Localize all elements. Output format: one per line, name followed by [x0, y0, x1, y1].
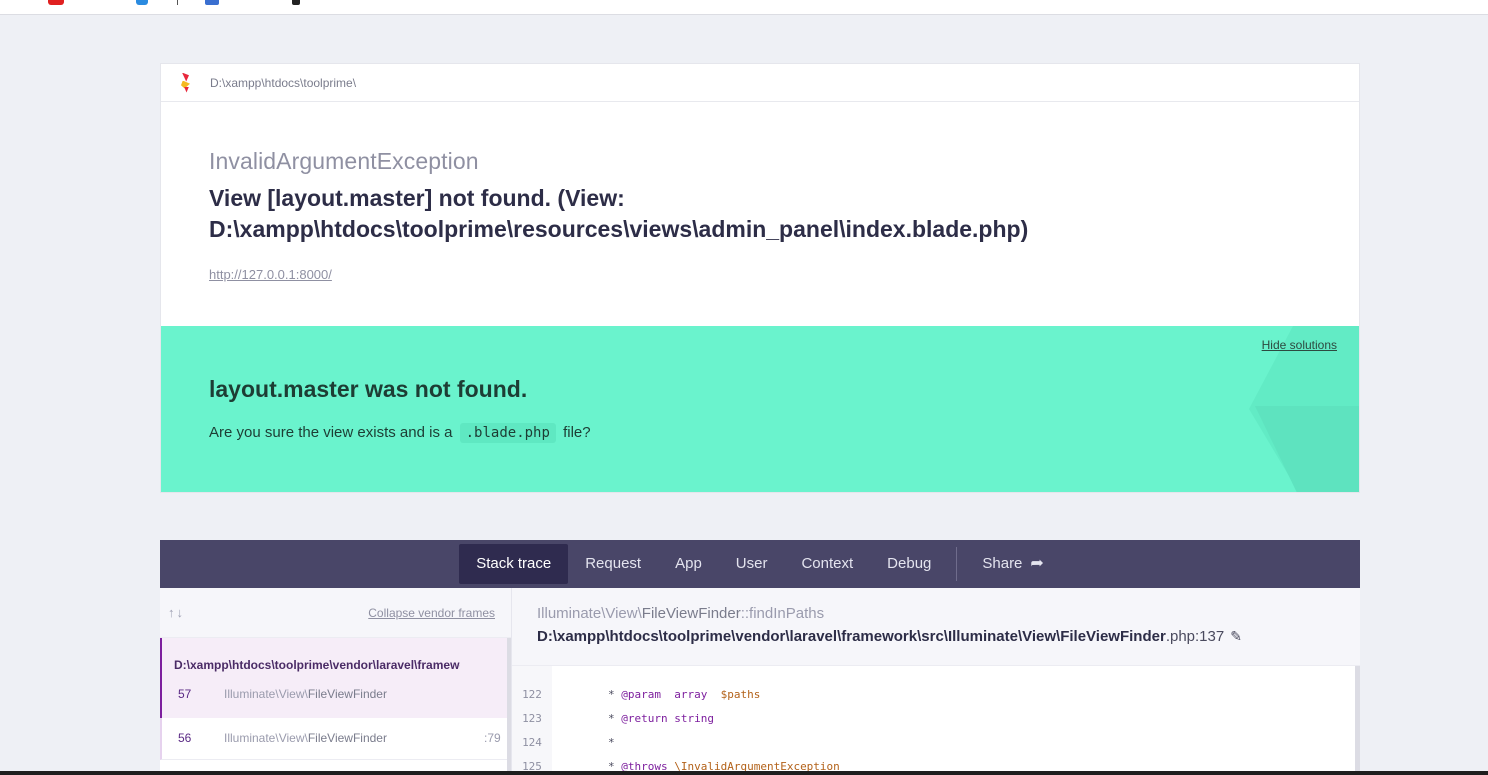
code-prefix: * [608, 687, 622, 701]
line-number: 123 [522, 711, 542, 725]
edit-pencil-icon[interactable]: ✎ [1230, 628, 1242, 644]
code-line: 123 * @return string [512, 706, 1352, 730]
share-button[interactable]: Share ➦ [965, 544, 1060, 584]
stack-nav: Stack trace Request App User Context Deb… [160, 540, 1360, 588]
card-header: D:\xampp\htdocs\toolprime\ [161, 64, 1359, 102]
share-icon: ➦ [1030, 555, 1044, 572]
frame-item-active[interactable]: D:\xampp\htdocs\toolprime\vendor\laravel… [160, 638, 511, 718]
bookmark-separator [177, 0, 178, 5]
detail-file: D:\xampp\htdocs\toolprime\vendor\laravel… [537, 628, 1360, 645]
frame-number: 56 [178, 731, 192, 745]
solution-desc-text: Are you sure the view exists and is a [209, 424, 453, 441]
frame-file-path: D:\xampp\htdocs\toolprime\vendor\laravel… [174, 658, 460, 672]
frames-header: ↑↓ Collapse vendor frames [160, 588, 511, 638]
project-path: D:\xampp\htdocs\toolprime\ [210, 75, 357, 90]
exception-class: InvalidArgumentException [209, 148, 479, 174]
sort-arrows-icon[interactable]: ↑↓ [168, 605, 185, 620]
hide-solutions-link[interactable]: Hide solutions [1262, 338, 1337, 352]
request-url-link[interactable]: http://127.0.0.1:8000/ [209, 267, 332, 282]
tab-context[interactable]: Context [784, 544, 870, 584]
solution-panel: Hide solutions layout.master was not fou… [161, 326, 1359, 492]
nav-separator [956, 547, 958, 581]
code-viewer: 122 * @param array $paths 123 * @return … [512, 666, 1360, 775]
stack-trace-panel: Stack trace Request App User Context Deb… [160, 540, 1360, 775]
code-scrollbar[interactable] [1355, 666, 1360, 775]
youtube-bookmark-icon[interactable] [48, 0, 64, 5]
code-prefix: * [608, 711, 622, 725]
tab-stack-trace[interactable]: Stack trace [459, 544, 569, 584]
share-label: Share [982, 555, 1023, 572]
solution-code: .blade.php [459, 423, 556, 443]
detail-method: ::findInPaths [740, 605, 825, 622]
document-bookmark-icon[interactable] [205, 0, 219, 5]
solution-desc-text: file? [563, 424, 591, 441]
frame-class-name: FileViewFinder [307, 687, 387, 701]
error-card: D:\xampp\htdocs\toolprime\ InvalidArgume… [160, 63, 1360, 493]
frames-list: ↑↓ Collapse vendor frames D:\xampp\htdoc… [160, 588, 512, 775]
ignition-logo-icon [179, 72, 193, 93]
code-var: $paths [720, 687, 761, 701]
frame-item[interactable]: 56 Illuminate\View\FileViewFinder :79 [160, 718, 511, 760]
collapse-vendor-frames-link[interactable]: Collapse vendor frames [368, 606, 495, 620]
frame-detail: Illuminate\View\FileViewFinder::findInPa… [512, 588, 1360, 775]
frame-detail-header: Illuminate\View\FileViewFinder::findInPa… [512, 588, 1360, 666]
frame-class: Illuminate\View\FileViewFinder [224, 731, 387, 745]
frame-class: Illuminate\View\FileViewFinder [224, 687, 387, 701]
github-bookmark-icon[interactable] [292, 0, 300, 5]
tab-debug[interactable]: Debug [870, 544, 948, 584]
tab-app[interactable]: App [658, 544, 719, 584]
frame-line-number: :79 [484, 731, 501, 745]
frame-namespace: Illuminate\View\ [224, 687, 308, 701]
detail-class-name: FileViewFinder [641, 605, 741, 622]
code-line: 124 * [512, 730, 1352, 754]
line-number: 124 [522, 735, 542, 749]
code-line: 122 * @param array $paths [512, 682, 1352, 706]
frames-scrollbar[interactable] [507, 638, 511, 775]
browser-bookmark-bar [0, 0, 1488, 15]
solution-decoration [1255, 406, 1359, 492]
exception-block: InvalidArgumentException View [layout.ma… [161, 102, 1359, 326]
frame-number: 57 [178, 687, 192, 701]
detail-file-path: D:\xampp\htdocs\toolprime\vendor\laravel… [537, 628, 1166, 645]
code-tag: @return [621, 711, 668, 725]
detail-class: Illuminate\View\FileViewFinder::findInPa… [537, 605, 1360, 622]
code-prefix: * [608, 735, 615, 749]
frame-class-name: FileViewFinder [307, 731, 387, 745]
detail-file-ext: .php:137 [1165, 628, 1225, 645]
line-number: 122 [522, 687, 542, 701]
solution-description: Are you sure the view exists and is a .b… [209, 423, 1311, 443]
taskbar-edge [0, 771, 1488, 775]
code-tag: @param [621, 687, 661, 701]
solution-title: layout.master was not found. [209, 376, 528, 402]
bookmark-icon[interactable] [136, 0, 148, 5]
detail-namespace: Illuminate\View\ [537, 605, 642, 622]
code-type: array [674, 687, 708, 701]
frame-namespace: Illuminate\View\ [224, 731, 308, 745]
tab-user[interactable]: User [719, 544, 785, 584]
tab-request[interactable]: Request [568, 544, 658, 584]
code-type: string [674, 711, 714, 725]
exception-message: View [layout.master] not found. (View: D… [209, 185, 1029, 242]
